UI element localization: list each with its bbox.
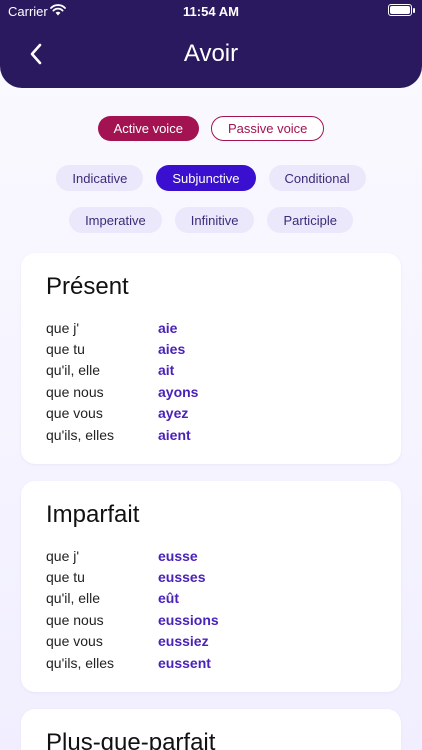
- verb-form: eussent: [158, 654, 211, 671]
- pronoun: que tu: [46, 569, 85, 586]
- verb-form: ayons: [158, 383, 199, 400]
- mood-tabs-row-2: Imperative Infinitive Participle: [0, 207, 422, 233]
- conjugation-row: que j' aie: [46, 317, 386, 338]
- conjugation-row: que vous eussiez: [46, 631, 386, 652]
- tab-indicative[interactable]: Indicative: [56, 165, 144, 191]
- pronoun: que j': [46, 547, 80, 564]
- pronoun: que nous: [46, 611, 104, 628]
- pronoun: qu'ils, elles: [46, 426, 115, 443]
- verb-form: aie: [158, 319, 178, 336]
- mood-tabs-row-1: Indicative Subjunctive Conditional: [0, 165, 422, 191]
- verb-form: ait: [158, 362, 175, 379]
- verb-form: ayez: [158, 405, 189, 422]
- verb-form: eusse: [158, 547, 198, 564]
- verb-form: eussions: [158, 611, 219, 628]
- conjugation-row: que j' eusse: [46, 545, 386, 566]
- conjugation-list: que j' aie que tu aies qu'il, elle ait q…: [46, 317, 386, 445]
- pronoun: que tu: [46, 341, 85, 358]
- pronoun: que vous: [46, 633, 103, 650]
- conjugation-row: qu'il, elle ait: [46, 360, 386, 381]
- status-time: 11:54 AM: [183, 4, 239, 19]
- battery-icon: [388, 4, 415, 16]
- tense-card-present: Présent que j' aie que tu aies qu'il, el…: [21, 253, 401, 464]
- pronoun: que j': [46, 319, 80, 336]
- conjugation-row: que vous ayez: [46, 403, 386, 424]
- verb-form: eusses: [158, 569, 206, 586]
- conjugation-row: que tu aies: [46, 338, 386, 359]
- conjugation-row: que nous eussions: [46, 609, 386, 630]
- status-bar: Carrier 11:54 AM: [0, 0, 422, 24]
- verb-form: eût: [158, 590, 179, 607]
- tense-title: Plus-que-parfait: [46, 729, 216, 750]
- tab-conditional[interactable]: Conditional: [268, 165, 366, 191]
- page-title: Avoir: [183, 40, 239, 67]
- pronoun: qu'il, elle: [46, 362, 101, 379]
- active-voice-button[interactable]: Active voice: [97, 116, 199, 141]
- conjugation-row: qu'ils, elles aient: [46, 424, 386, 445]
- pronoun: qu'il, elle: [46, 590, 101, 607]
- battery-level: [390, 6, 410, 14]
- app-header: Carrier 11:54 AM Avoir: [0, 0, 422, 88]
- verb-form: aient: [158, 426, 191, 443]
- tense-card-imparfait: Imparfait que j' eusse que tu eusses qu'…: [21, 481, 401, 692]
- pronoun: qu'ils, elles: [46, 654, 115, 671]
- conjugation-row: qu'ils, elles eussent: [46, 652, 386, 673]
- tab-imperative[interactable]: Imperative: [69, 207, 162, 233]
- conjugation-row: que tu eusses: [46, 566, 386, 587]
- tense-title: Imparfait: [46, 501, 140, 528]
- conjugation-list: que j' eusse que tu eusses qu'il, elle e…: [46, 545, 386, 673]
- pronoun: que vous: [46, 405, 103, 422]
- tense-title: Présent: [46, 273, 129, 300]
- tense-card-plus-que-parfait: Plus-que-parfait: [21, 709, 401, 750]
- passive-voice-button[interactable]: Passive voice: [210, 116, 325, 141]
- tab-infinitive[interactable]: Infinitive: [174, 207, 255, 233]
- verb-form: aies: [158, 341, 186, 358]
- conjugation-row: que nous ayons: [46, 381, 386, 402]
- pronoun: que nous: [46, 383, 104, 400]
- tab-subjunctive[interactable]: Subjunctive: [156, 165, 256, 191]
- tab-participle[interactable]: Participle: [267, 207, 353, 233]
- verb-form: eussiez: [158, 633, 209, 650]
- voice-toggle: Active voice Passive voice: [0, 116, 422, 141]
- conjugation-row: qu'il, elle eût: [46, 588, 386, 609]
